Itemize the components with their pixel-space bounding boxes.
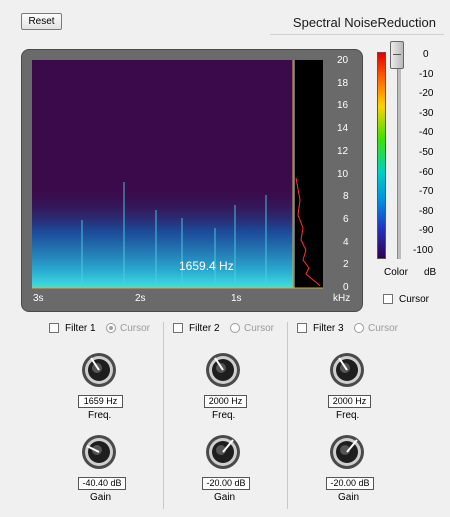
freq-tick: 0 [343, 282, 349, 293]
filter-1-label: Filter 1 [65, 323, 96, 334]
db-tick: -40 [419, 127, 434, 139]
filter-2-freq-knob[interactable] [205, 352, 241, 388]
freq-tick: 20 [337, 55, 349, 66]
db-tick: -80 [419, 205, 434, 217]
filter-3-section: Filter 3 Cursor 2000 Hz Freq. -20.00 dB … [294, 320, 411, 510]
db-tick: -70 [419, 186, 434, 198]
db-tick: 0 [423, 49, 429, 60]
time-tick: 3s [33, 293, 44, 304]
filter-3-gain-value[interactable]: -20.00 dB [326, 477, 374, 490]
filter-divider [287, 322, 288, 509]
freq-tick: 6 [343, 213, 349, 225]
reset-button[interactable]: Reset [21, 13, 62, 30]
filter-3-cursor-label: Cursor [368, 323, 399, 334]
spectrum-side-panel [295, 60, 323, 288]
cursor-checkbox[interactable] [383, 294, 393, 304]
filter-3-gain-label: Gain [338, 492, 360, 503]
spectrogram-panel: 1659.4 Hz 20 18 16 14 12 10 8 6 4 2 0 3s… [21, 49, 363, 312]
filter-1-freq-knob[interactable] [81, 352, 117, 388]
filter-1-cursor-label: Cursor [120, 323, 151, 334]
filter-1-freq-value[interactable]: 1659 Hz [78, 395, 123, 408]
spectrogram-energy [32, 60, 293, 288]
db-tick: -100 [413, 245, 434, 256]
freq-tick: 10 [337, 168, 349, 180]
filter-2-freq-value[interactable]: 2000 Hz [204, 395, 247, 408]
title-divider [270, 34, 444, 35]
freq-tick: 8 [343, 191, 349, 203]
freq-tick: 16 [337, 100, 349, 112]
freq-tick: 18 [337, 77, 349, 89]
filter-2-section: Filter 2 Cursor 2000 Hz Freq. -20.00 dB … [170, 320, 287, 510]
filter-3-enable-checkbox[interactable] [297, 323, 307, 333]
db-tick: -50 [419, 147, 434, 158]
filter-3-gain-knob[interactable] [329, 434, 365, 470]
filter-2-gain-label: Gain [214, 492, 236, 503]
threshold-slider-handle[interactable] [390, 41, 404, 69]
filter-1-gain-knob[interactable] [81, 434, 117, 470]
filter-divider [163, 322, 164, 509]
color-label: Color [384, 267, 408, 278]
cursor-readout: 1659.4 Hz [179, 259, 234, 273]
filter-2-gain-knob[interactable] [205, 434, 241, 470]
db-tick: -30 [419, 107, 434, 119]
filter-1-section: Filter 1 Cursor 1659 Hz Freq. -40.40 dB … [46, 320, 163, 510]
filter-3-cursor-radio[interactable] [354, 323, 364, 333]
freq-tick: 14 [337, 123, 349, 135]
filter-2-freq-label: Freq. [212, 410, 236, 421]
freq-tick: 2 [343, 259, 349, 271]
spectrogram-display[interactable] [22, 50, 364, 313]
db-tick: -60 [419, 166, 434, 178]
threshold-slider-track[interactable] [397, 52, 401, 259]
filter-2-cursor-label: Cursor [244, 323, 275, 334]
time-tick: 2s [135, 293, 146, 304]
filter-1-freq-label: Freq. [88, 410, 112, 421]
color-scale-bar [377, 52, 386, 259]
plugin-title: Spectral NoiseReduction [292, 15, 436, 30]
filter-1-gain-value[interactable]: -40.40 dB [78, 477, 126, 490]
freq-tick: 12 [337, 145, 349, 157]
filter-2-label: Filter 2 [189, 323, 220, 334]
filter-3-label: Filter 3 [313, 323, 344, 334]
filter-3-freq-value[interactable]: 2000 Hz [328, 395, 371, 408]
filter-1-enable-checkbox[interactable] [49, 323, 59, 333]
db-tick: -90 [419, 225, 434, 237]
filter-3-freq-label: Freq. [336, 410, 360, 421]
db-tick: -20 [419, 88, 434, 100]
filter-2-cursor-radio[interactable] [230, 323, 240, 333]
db-unit-label: dB [424, 267, 437, 278]
cursor-checkbox-label: Cursor [399, 294, 430, 305]
filter-3-freq-knob[interactable] [329, 352, 365, 388]
frequency-unit-label: kHz [333, 293, 351, 304]
time-tick: 1s [231, 293, 242, 304]
db-tick: -10 [419, 68, 434, 80]
filter-2-gain-value[interactable]: -20.00 dB [202, 477, 250, 490]
freq-tick: 4 [343, 236, 349, 248]
filter-2-enable-checkbox[interactable] [173, 323, 183, 333]
filter-1-cursor-radio[interactable] [106, 323, 116, 333]
filter-1-gain-label: Gain [90, 492, 112, 503]
